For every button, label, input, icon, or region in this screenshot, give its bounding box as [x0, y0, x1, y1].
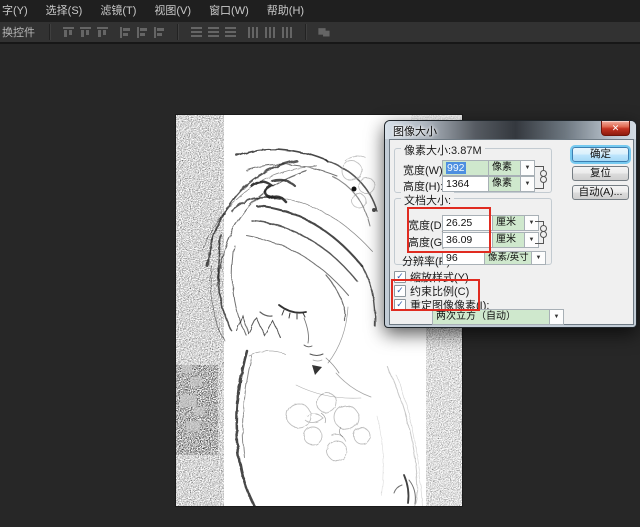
- align-vertical-centers-icon[interactable]: [79, 26, 92, 39]
- chain-link-icon: [540, 171, 546, 183]
- ok-button[interactable]: 确定: [572, 147, 629, 162]
- chevron-down-icon[interactable]: ▼: [531, 252, 545, 264]
- chevron-down-icon[interactable]: ▼: [520, 161, 534, 175]
- dialog-body: 像素大小:3.87M 宽度(W): 992 像素 ▼ 高度(H): 1364 像…: [389, 139, 634, 325]
- align-bottom-edges-icon[interactable]: [96, 26, 109, 39]
- menu-item-view[interactable]: 视图(V): [145, 0, 200, 22]
- dialog-title: 图像大小: [393, 123, 437, 139]
- menu-item-filter[interactable]: 滤镜(T): [91, 0, 145, 22]
- doc-width-input[interactable]: 26.25: [442, 215, 494, 231]
- resolution-unit-value: 像素/英寸: [485, 252, 531, 264]
- reset-button[interactable]: 复位: [572, 166, 629, 181]
- check-icon: ✓: [394, 285, 406, 297]
- resolution-unit-select[interactable]: 像素/英寸 ▼: [484, 251, 546, 265]
- check-icon: ✓: [394, 299, 406, 311]
- menu-item-type[interactable]: 字(Y): [0, 0, 37, 22]
- resample-method-select[interactable]: 两次立方（自动） ▼: [432, 309, 564, 325]
- close-icon[interactable]: ✕: [601, 121, 630, 136]
- resolution-input[interactable]: 96: [442, 251, 486, 265]
- doc-height-input[interactable]: 36.09: [442, 232, 494, 248]
- doc-height-unit-select[interactable]: 厘米 ▼: [492, 232, 539, 248]
- distribute-right-edges-icon[interactable]: [281, 26, 294, 39]
- menu-item-select[interactable]: 选择(S): [37, 0, 92, 22]
- document-size-group: 文档大小: 宽度(D): 26.25 厘米 ▼ 高度(G): 36.09 厘米 …: [394, 198, 552, 265]
- menu-bar: 字(Y) 选择(S) 滤镜(T) 视图(V) 窗口(W) 帮助(H): [0, 0, 640, 22]
- menu-item-help[interactable]: 帮助(H): [258, 0, 313, 22]
- selected-text: 992: [446, 162, 466, 174]
- distribute-left-edges-icon[interactable]: [247, 26, 260, 39]
- distribute-horizontal-centers-icon[interactable]: [264, 26, 277, 39]
- pixel-height-unit-select[interactable]: 像素 ▼: [488, 176, 535, 192]
- pixel-width-input[interactable]: 992: [442, 160, 490, 176]
- document-size-label: 文档大小:: [401, 192, 454, 208]
- menu-item-window[interactable]: 窗口(W): [200, 0, 258, 22]
- distribute-vertical-centers-icon[interactable]: [207, 26, 220, 39]
- toolbar-separator: [49, 24, 51, 40]
- pixel-height-unit-value: 像素: [489, 177, 520, 191]
- toolbar-separator: [305, 24, 307, 40]
- pixel-dimensions-label: 像素大小:3.87M: [401, 142, 485, 158]
- distribute-top-edges-icon[interactable]: [190, 26, 203, 39]
- auto-align-layers-icon[interactable]: [318, 26, 336, 39]
- doc-width-unit-value: 厘米: [493, 216, 524, 230]
- pixel-height-input[interactable]: 1364: [442, 176, 490, 192]
- options-bar: 换控件: [0, 22, 640, 44]
- pixel-width-unit-value: 像素: [489, 161, 520, 175]
- align-horizontal-centers-icon[interactable]: [136, 26, 149, 39]
- toolbar-separator: [177, 24, 179, 40]
- resample-method-value: 两次立方（自动）: [433, 310, 549, 324]
- auto-button[interactable]: 自动(A)...: [572, 185, 629, 200]
- chevron-down-icon[interactable]: ▼: [520, 177, 534, 191]
- chain-link-icon: [540, 226, 546, 238]
- align-right-edges-icon[interactable]: [153, 26, 166, 39]
- doc-width-unit-select[interactable]: 厘米 ▼: [492, 215, 539, 231]
- show-transform-controls-label[interactable]: 换控件: [0, 24, 43, 40]
- pixel-width-label: 宽度(W):: [403, 162, 446, 178]
- chevron-down-icon[interactable]: ▼: [549, 310, 563, 324]
- pixel-dimensions-group: 像素大小:3.87M 宽度(W): 992 像素 ▼ 高度(H): 1364 像…: [394, 148, 552, 193]
- check-icon: ✓: [394, 271, 406, 283]
- align-top-edges-icon[interactable]: [62, 26, 75, 39]
- doc-height-unit-value: 厘米: [493, 233, 524, 247]
- align-left-edges-icon[interactable]: [119, 26, 132, 39]
- image-size-dialog: 图像大小 ✕ 像素大小:3.87M 宽度(W): 992 像素 ▼ 高度(H):…: [384, 120, 637, 328]
- pixel-width-unit-select[interactable]: 像素 ▼: [488, 160, 535, 176]
- dialog-titlebar[interactable]: 图像大小: [385, 121, 636, 139]
- distribute-bottom-edges-icon[interactable]: [224, 26, 237, 39]
